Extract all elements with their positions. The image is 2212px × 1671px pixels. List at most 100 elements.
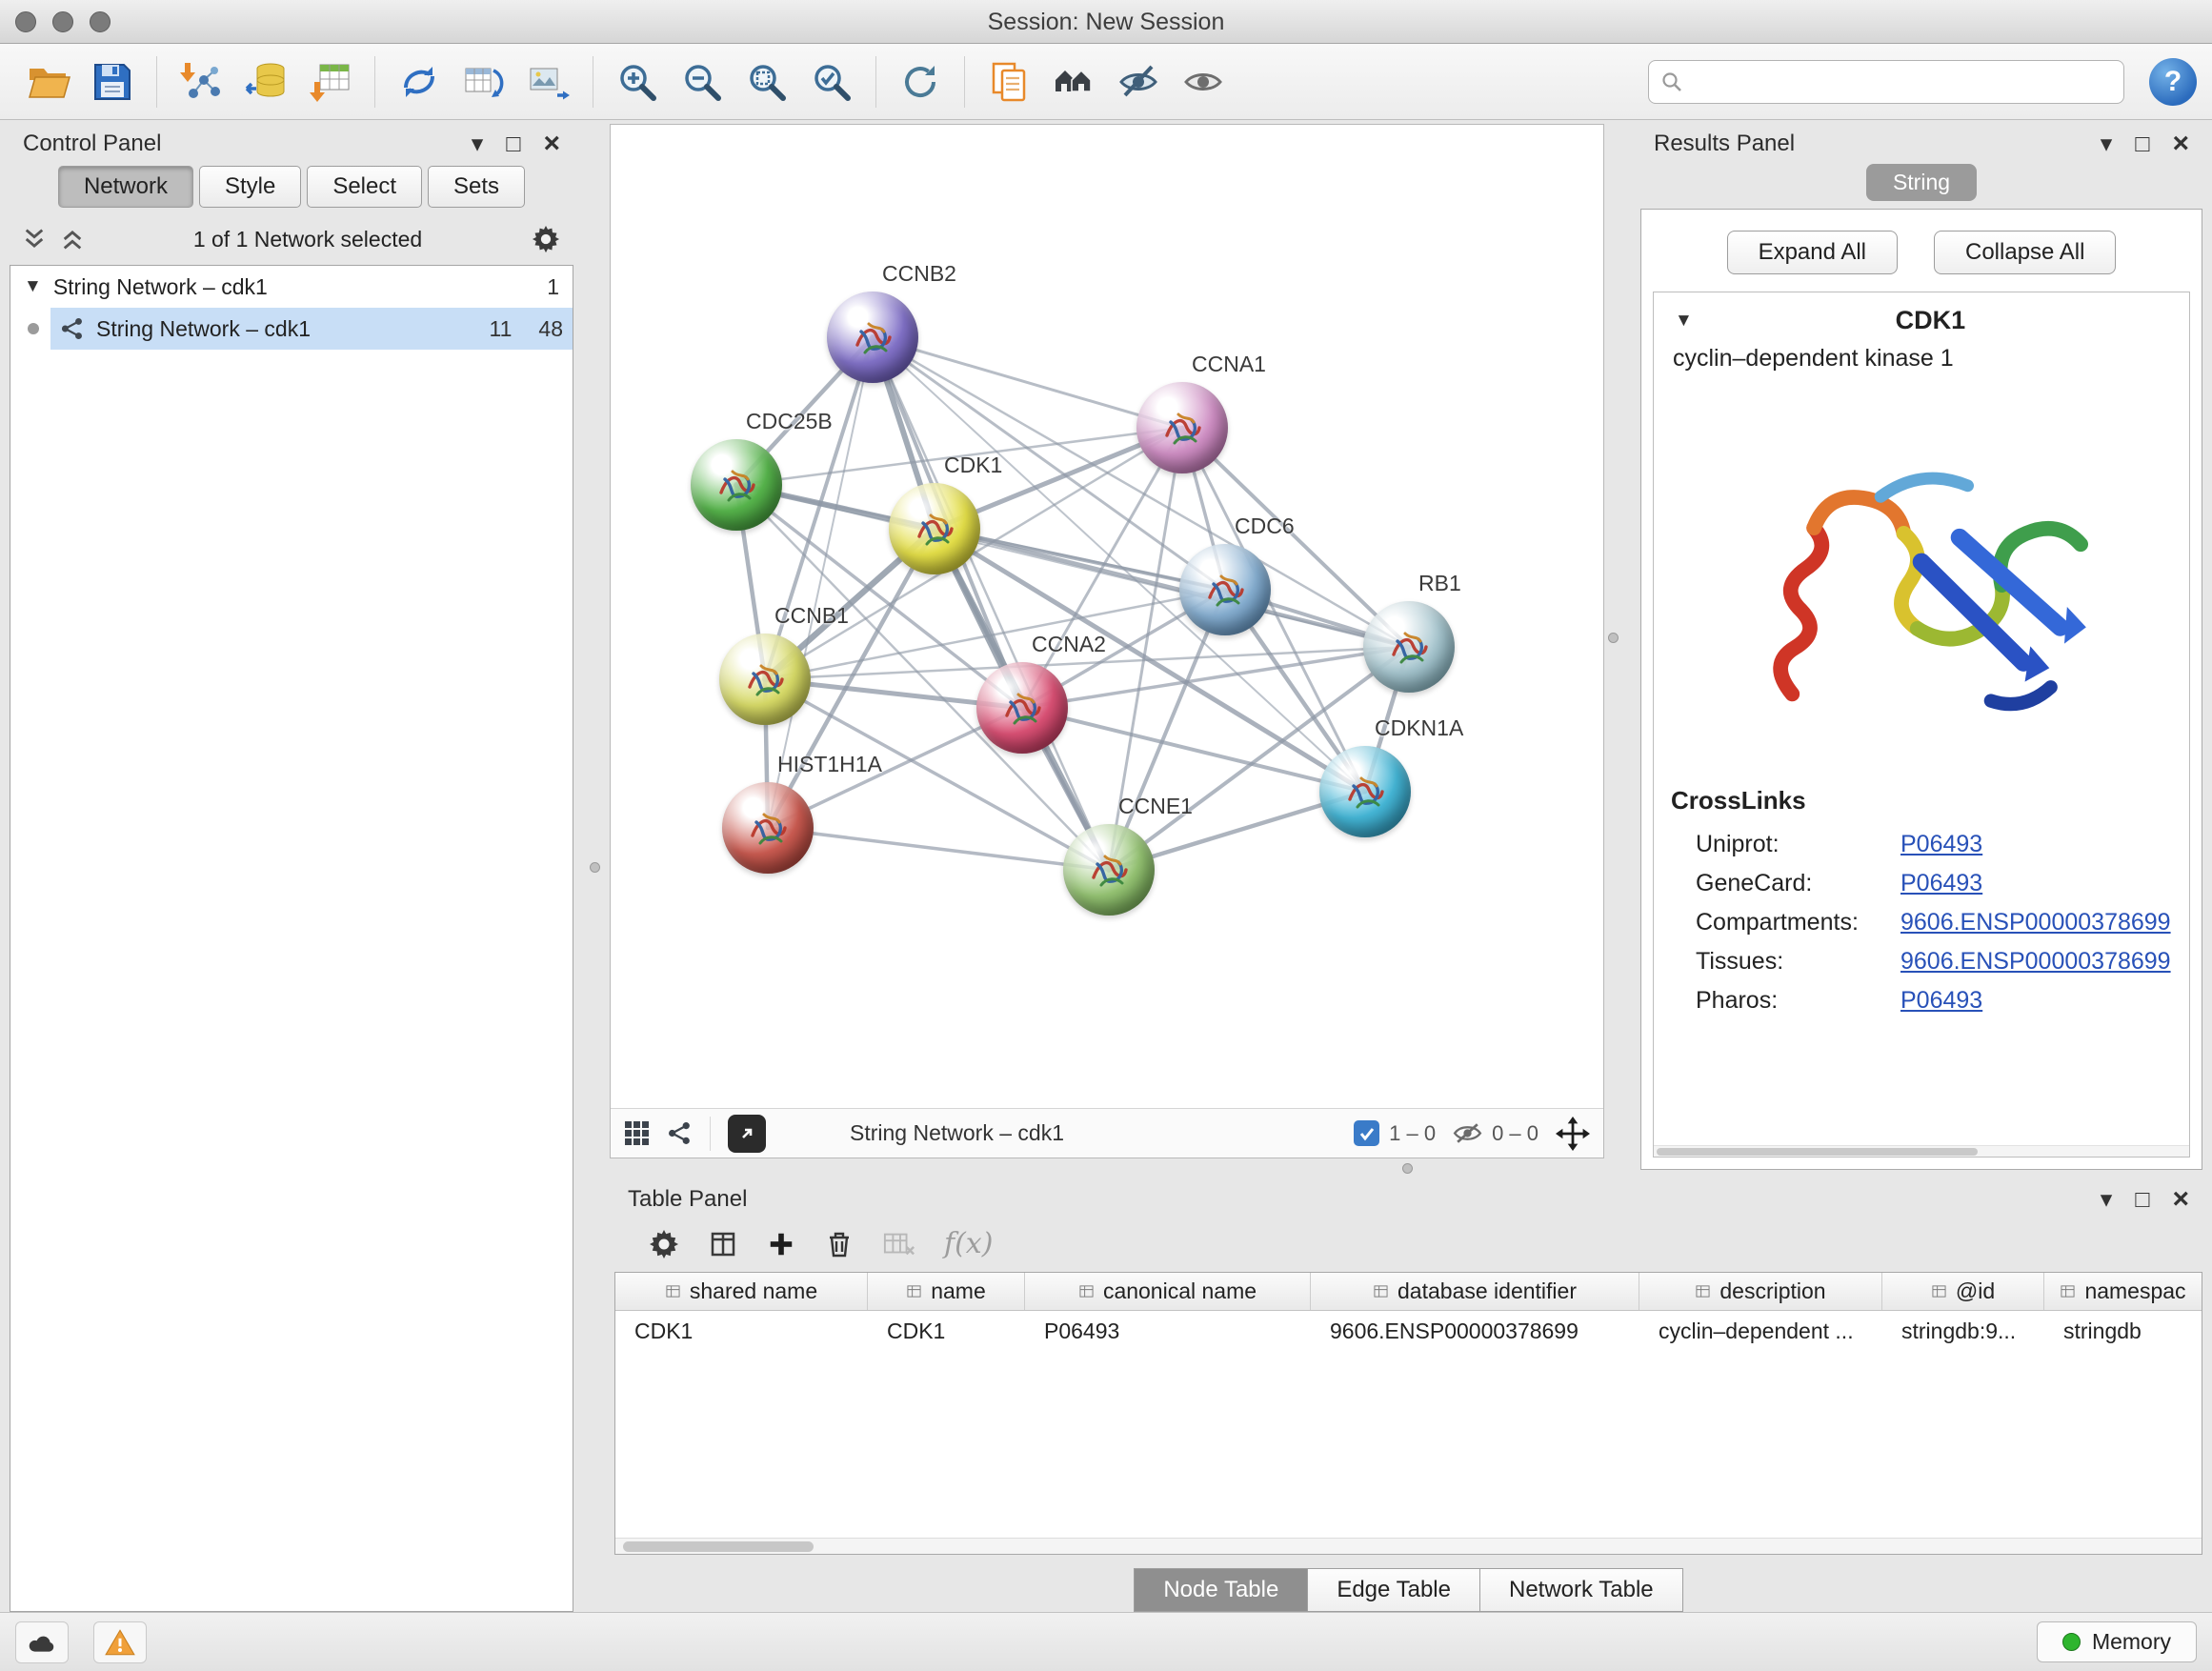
toolbar-separator	[875, 56, 876, 108]
network-node-CCNA1[interactable]	[1136, 382, 1228, 473]
crosslink-value[interactable]: 9606.ENSP00000378699	[1900, 948, 2171, 976]
home-icon[interactable]	[1047, 55, 1100, 109]
cell-database-identifier[interactable]: 9606.ENSP00000378699	[1311, 1319, 1639, 1344]
save-session-icon[interactable]	[86, 55, 139, 109]
network-canvas[interactable]: CCNB2CCNA1CDC25BCDK1CDC6RB1CCNB1CCNA2CDK…	[611, 125, 1603, 1108]
tab-edge-table[interactable]: Edge Table	[1308, 1568, 1480, 1612]
network-node-CCNB1[interactable]	[719, 634, 811, 725]
export-image-icon[interactable]	[522, 55, 575, 109]
tab-network-table[interactable]: Network Table	[1480, 1568, 1683, 1612]
close-panel-icon[interactable]: ×	[2172, 130, 2189, 158]
network-node-HIST1H1A[interactable]	[722, 782, 814, 874]
zoom-selected-icon[interactable]	[805, 55, 858, 109]
cloud-icon[interactable]	[15, 1621, 69, 1663]
network-node-RB1[interactable]	[1363, 601, 1455, 693]
tab-node-table[interactable]: Node Table	[1134, 1568, 1308, 1612]
cell-shared-name[interactable]: CDK1	[615, 1319, 868, 1344]
grid-view-icon[interactable]	[624, 1120, 650, 1146]
network-view[interactable]: CCNB2CCNA1CDC25BCDK1CDC6RB1CCNB1CCNA2CDK…	[610, 124, 1604, 1158]
network-node-CDK1[interactable]	[889, 483, 980, 574]
disclosure-triangle-icon[interactable]: ▼	[1675, 311, 1693, 332]
table-settings-gear-icon[interactable]	[649, 1229, 679, 1259]
cell-name[interactable]: CDK1	[868, 1319, 1025, 1344]
network-node-CCNA2[interactable]	[976, 662, 1068, 754]
maximize-panel-icon[interactable]: □	[2135, 1188, 2149, 1212]
column-header-canonical-name[interactable]: canonical name	[1025, 1273, 1311, 1310]
tab-style[interactable]: Style	[199, 166, 301, 208]
memory-button[interactable]: Memory	[2037, 1621, 2197, 1662]
cell-namespace[interactable]: stringdb	[2044, 1319, 2202, 1344]
warning-icon[interactable]	[93, 1621, 147, 1663]
import-network-database-icon[interactable]	[239, 55, 292, 109]
hidden-eye-icon[interactable]	[1453, 1121, 1482, 1145]
column-header-name[interactable]: name	[868, 1273, 1025, 1310]
disclosure-triangle-icon[interactable]: ▼	[24, 276, 42, 297]
network-row-body[interactable]: String Network – cdk1 11 48	[50, 308, 573, 350]
cell-canonical-name[interactable]: P06493	[1025, 1319, 1311, 1344]
column-header-namespace[interactable]: namespac	[2044, 1273, 2202, 1310]
zoom-fit-icon[interactable]	[740, 55, 794, 109]
search-input[interactable]	[1693, 69, 2112, 94]
help-icon[interactable]: ?	[2149, 58, 2197, 106]
delete-column-icon[interactable]	[824, 1229, 855, 1259]
import-table-icon[interactable]	[304, 55, 357, 109]
network-node-CDKN1A[interactable]	[1319, 746, 1411, 837]
float-panel-icon[interactable]: ▾	[472, 132, 484, 156]
network-from-table-icon[interactable]	[457, 55, 511, 109]
import-network-file-icon[interactable]	[174, 55, 228, 109]
tab-sets[interactable]: Sets	[428, 166, 525, 208]
network-row[interactable]: String Network – cdk1 11 48	[10, 308, 573, 350]
crosslink-value[interactable]: P06493	[1900, 870, 1982, 897]
refresh-view-icon[interactable]	[894, 55, 947, 109]
column-header-shared-name[interactable]: shared name	[615, 1273, 868, 1310]
table-row[interactable]: CDK1 CDK1 P06493 9606.ENSP00000378699 cy…	[615, 1311, 2202, 1351]
zoom-out-icon[interactable]	[675, 55, 729, 109]
horizontal-splitter-handle[interactable]	[1402, 1163, 1413, 1174]
network-node-CDC25B[interactable]	[691, 439, 782, 531]
network-node-CDC6[interactable]	[1179, 544, 1271, 635]
hide-selected-icon[interactable]	[1112, 55, 1165, 109]
collapse-all-button[interactable]: Collapse All	[1934, 231, 2116, 274]
maximize-panel-icon[interactable]: □	[506, 132, 520, 156]
right-splitter-handle[interactable]	[1608, 633, 1619, 643]
share-view-icon[interactable]	[667, 1120, 693, 1146]
float-panel-icon[interactable]: ▾	[2101, 1188, 2113, 1212]
show-all-icon[interactable]	[1176, 55, 1230, 109]
cell-id[interactable]: stringdb:9...	[1882, 1319, 2044, 1344]
collapse-all-icon[interactable]	[61, 227, 84, 252]
float-panel-icon[interactable]: ▾	[2101, 132, 2113, 156]
open-session-icon[interactable]	[21, 55, 74, 109]
add-column-icon[interactable]	[767, 1230, 795, 1258]
maximize-panel-icon[interactable]: □	[2135, 132, 2149, 156]
duplicate-document-icon[interactable]	[982, 55, 1036, 109]
network-collection-row[interactable]: ▼ String Network – cdk1 1	[10, 266, 573, 308]
close-panel-icon[interactable]: ×	[543, 130, 560, 158]
tab-network[interactable]: Network	[58, 166, 193, 208]
selected-checkbox-icon[interactable]	[1354, 1120, 1379, 1146]
tab-string[interactable]: String	[1866, 164, 1977, 201]
show-columns-icon[interactable]	[708, 1229, 738, 1259]
results-horizontal-scrollbar[interactable]	[1654, 1145, 2189, 1157]
crosslink-value[interactable]: P06493	[1900, 831, 1982, 858]
column-header-description[interactable]: description	[1639, 1273, 1882, 1310]
close-panel-icon[interactable]: ×	[2172, 1185, 2189, 1214]
tab-select[interactable]: Select	[307, 166, 422, 208]
left-splitter-handle[interactable]	[590, 862, 600, 873]
crosslink-value[interactable]: 9606.ENSP00000378699	[1900, 909, 2171, 936]
cell-description[interactable]: cyclin–dependent ...	[1639, 1319, 1882, 1344]
crosslink-value[interactable]: P06493	[1900, 987, 1982, 1015]
expand-all-icon[interactable]	[23, 227, 46, 252]
column-header-id[interactable]: @id	[1882, 1273, 2044, 1310]
detach-view-icon[interactable]	[728, 1115, 766, 1153]
table-horizontal-scrollbar[interactable]	[615, 1538, 2202, 1554]
zoom-in-icon[interactable]	[611, 55, 664, 109]
network-node-CCNE1[interactable]	[1063, 824, 1155, 916]
gear-icon[interactable]	[532, 225, 560, 253]
toolbar-search[interactable]	[1648, 60, 2124, 104]
pan-move-icon[interactable]	[1556, 1117, 1590, 1151]
network-node-CCNB2[interactable]	[827, 292, 918, 383]
column-header-database-identifier[interactable]: database identifier	[1311, 1273, 1639, 1310]
expand-all-button[interactable]: Expand All	[1727, 231, 1898, 274]
function-builder-icon[interactable]: f(x)	[944, 1227, 993, 1260]
network-tools-icon[interactable]	[392, 55, 446, 109]
